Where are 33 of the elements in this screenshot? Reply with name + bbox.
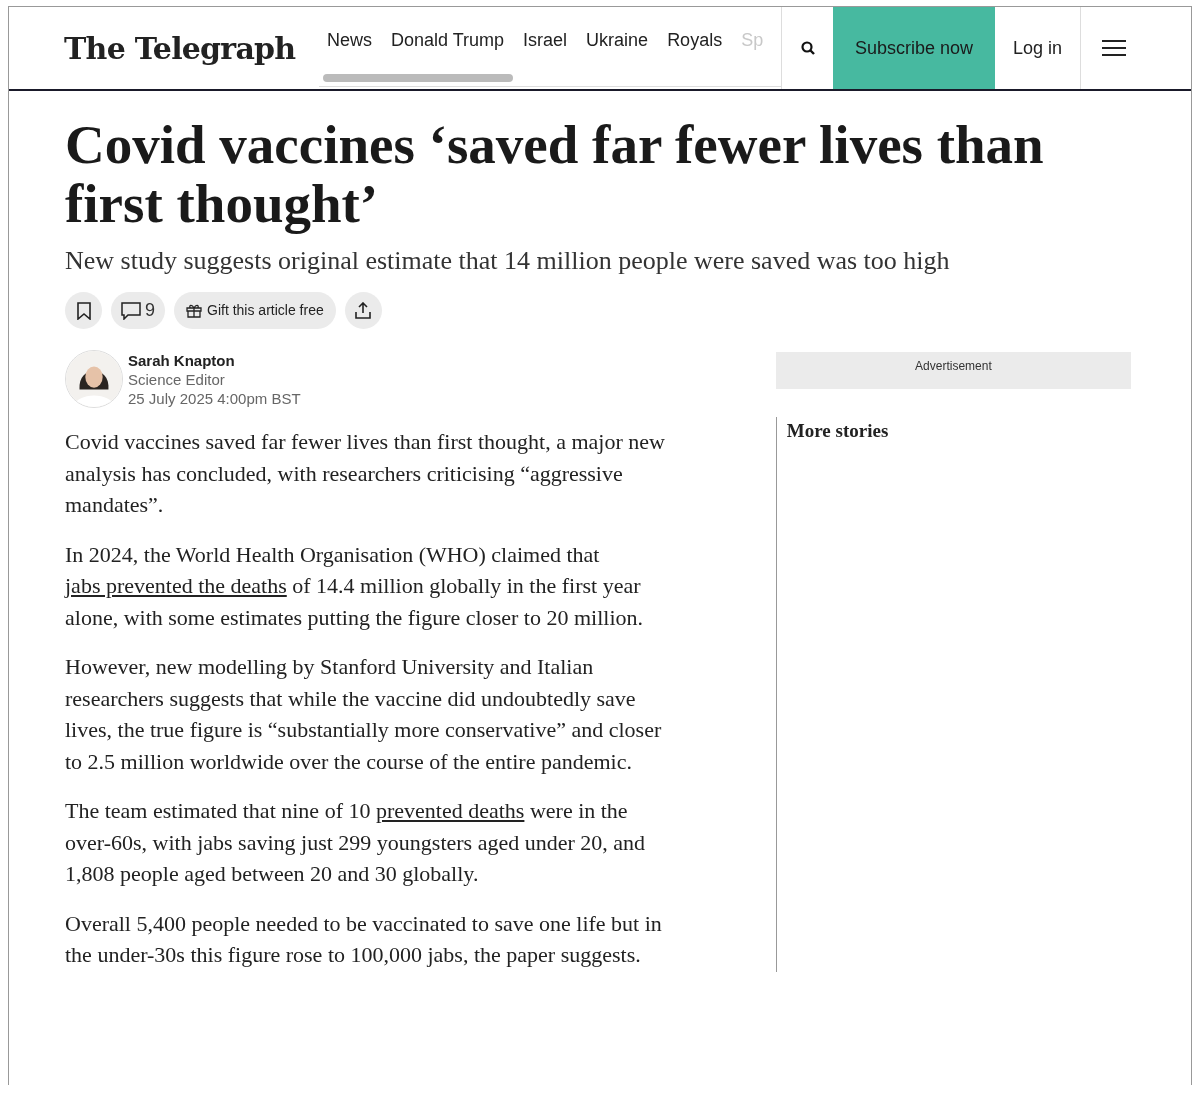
article-paragraph: The team estimated that nine of 10 prevented deaths were in the over-60s, with jabs saving just 299 youngsters aged under 20, and 1,808 people aged between 20 and 30 globally. — [65, 797, 647, 888]
nav-link[interactable]: Royals — [667, 27, 723, 54]
nav-link[interactable]: Donald Trump — [391, 27, 505, 54]
comments-button[interactable]: 9 — [111, 292, 165, 329]
share-button[interactable] — [344, 292, 382, 329]
author-name[interactable]: Sarah Knapton — [128, 350, 301, 370]
share-icon — [355, 302, 372, 319]
menu-icon — [1102, 40, 1126, 56]
article-paragraph: However, new modelling by Stanford University and Italian researchers suggests that while the vaccine did undoubtedly save lives, the true figure is “substantially more conservative” and closer to 2.5 million worldwide over the course of the entire pandemic. — [65, 653, 663, 776]
author-role: Science Editor — [128, 369, 226, 389]
article-link[interactable]: jabs prevented the deaths — [65, 573, 287, 598]
article-paragraph: Covid vaccines saved far fewer lives than first thought, a major new analysis has concluded, with researchers criticising “aggressive mandates”. — [65, 428, 666, 519]
nav-link[interactable]: News — [327, 27, 372, 54]
scrollbar[interactable] — [323, 74, 513, 82]
advertisement-banner: Advertisement — [775, 352, 1131, 389]
more-stories-heading: More stories — [786, 419, 890, 443]
subscribe-button[interactable]: Subscribe now — [833, 7, 995, 89]
article-paragraph: Overall 5,400 people needed to be vaccinated to save one life but in the under-30s this figure rose to 100,000 jabs, the paper suggests. — [65, 909, 663, 969]
headline: Covid vaccines ‘saved far fewer lives than first thought’ — [65, 115, 1045, 233]
article-paragraph: In 2024, the World Health Organisation (WHO) claimed that jabs prevented the deaths of 14.4 million globally in the first year alone, with some estimates putting the figure closer to 20 million. — [65, 540, 644, 632]
search-icon — [799, 40, 816, 56]
gift-icon — [186, 303, 202, 318]
login-button[interactable]: Log in — [995, 7, 1081, 89]
speech-bubble-icon — [121, 301, 141, 320]
logo[interactable]: The Telegraph — [64, 25, 296, 71]
publish-date: 25 July 2025 4:00pm BST — [128, 388, 301, 408]
bookmark-button[interactable] — [65, 292, 102, 329]
nav-link[interactable]: Ukraine — [586, 27, 649, 54]
bookmark-icon — [76, 301, 91, 320]
gift-button[interactable]: Gift this article free — [174, 292, 336, 329]
article-link[interactable]: prevented deaths — [375, 798, 525, 823]
standfirst: New study suggests original estimate that 14 million people were saved was too high — [65, 245, 951, 277]
nav-link[interactable]: Israel — [523, 27, 568, 54]
